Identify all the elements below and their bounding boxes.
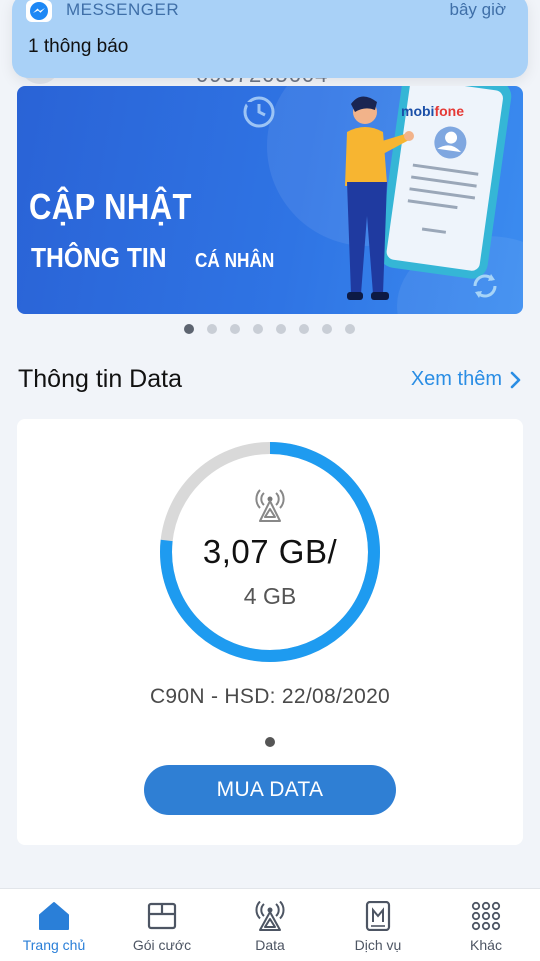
carousel-dot[interactable] xyxy=(345,324,355,334)
carousel-dot[interactable] xyxy=(184,324,194,334)
notification-time: bây giờ xyxy=(449,0,506,19)
data-usage-card: 3,07 GB/ 4 GB C90N - HSD: 22/08/2020 MUA… xyxy=(17,419,523,845)
carousel-dot[interactable] xyxy=(230,324,240,334)
notification-banner[interactable]: MESSENGER bây giờ 1 thông báo xyxy=(12,0,528,78)
mobifone-logo: mobifone xyxy=(401,103,464,119)
notification-app-name: MESSENGER xyxy=(66,0,180,19)
card-pager-dot xyxy=(265,737,275,747)
data-used-value: 3,07 GB/ xyxy=(202,533,338,570)
see-more-link[interactable]: Xem thêm xyxy=(411,368,522,391)
banner-title: CẬP NHẬT xyxy=(29,186,192,227)
banner-subtitle: THÔNG TIN xyxy=(31,242,167,273)
section-title: Thông tin Data xyxy=(18,365,182,393)
data-total-value: 4 GB xyxy=(243,583,297,609)
nav-label-home: Trang chủ xyxy=(22,937,86,953)
banner-subtitle-small: CÁ NHÂN xyxy=(195,250,275,272)
nav-item-services[interactable]: Dịch vụ xyxy=(324,889,432,961)
grid-icon xyxy=(471,901,501,931)
nav-item-packages[interactable]: Gói cước xyxy=(108,889,216,961)
carousel-dot[interactable] xyxy=(299,324,309,334)
nav-item-more[interactable]: Khác xyxy=(432,889,540,961)
promo-banner[interactable]: mobifone CẬP NHẬT THÔNG TIN CÁ NHÂN xyxy=(17,86,523,314)
nav-item-data[interactable]: Data xyxy=(216,889,324,961)
nav-item-home[interactable]: Trang chủ xyxy=(0,889,108,961)
nav-label-more: Khác xyxy=(470,937,502,953)
phone-m-icon xyxy=(365,901,391,931)
notification-body: 1 thông báo xyxy=(28,36,129,57)
nav-label-packages: Gói cước xyxy=(132,937,192,953)
home-icon xyxy=(39,902,69,930)
bottom-navigation: Trang chủ Gói cước Data Dịch vụ Khác xyxy=(0,888,540,961)
carousel-dot[interactable] xyxy=(322,324,332,334)
carousel-dot[interactable] xyxy=(276,324,286,334)
see-more-label: Xem thêm xyxy=(410,368,502,390)
antenna-icon xyxy=(255,901,285,931)
box-icon xyxy=(147,902,177,930)
package-expiry: C90N - HSD: 22/08/2020 xyxy=(149,685,391,708)
carousel-pager[interactable] xyxy=(184,324,355,334)
carousel-dot[interactable] xyxy=(253,324,263,334)
messenger-icon xyxy=(26,0,52,22)
buy-data-button[interactable]: MUA DATA xyxy=(144,765,396,815)
chevron-right-icon xyxy=(510,371,521,388)
carousel-dot[interactable] xyxy=(207,324,217,334)
antenna-icon xyxy=(255,489,285,522)
nav-label-data: Data xyxy=(255,937,285,953)
nav-label-services: Dịch vụ xyxy=(354,937,402,953)
sync-icon xyxy=(473,274,497,298)
clock-refresh-icon xyxy=(243,96,275,128)
